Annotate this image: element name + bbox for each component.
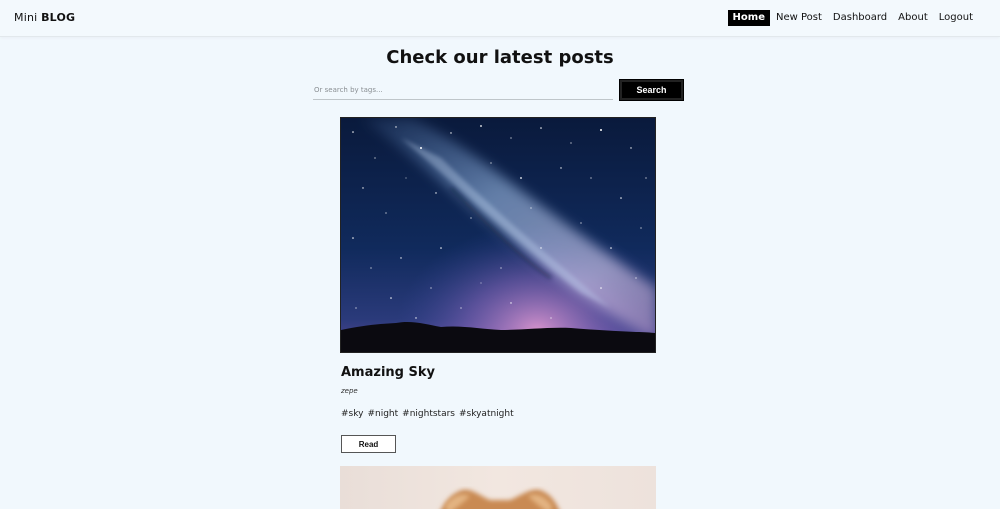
brand-light-text: Mini [14, 11, 38, 24]
navbar: Mini BLOG Home New Post Dashboard About … [0, 0, 1000, 37]
nav-home[interactable]: Home [727, 10, 770, 26]
page-title: Check our latest posts [386, 47, 614, 68]
tag-link[interactable]: #sky [341, 409, 363, 419]
tag-link[interactable]: #skyatnight [459, 409, 514, 419]
brand-bold-text: BLOG [41, 11, 76, 24]
post-image-cat [340, 466, 656, 509]
nav-new-post[interactable]: New Post [771, 10, 827, 26]
post-tags: #sky #night #nightstars #skyatnight [341, 409, 518, 419]
nav-links: Home New Post Dashboard About Logout [727, 10, 978, 26]
post-image-sky [340, 117, 656, 353]
post-author: zepe [341, 387, 358, 395]
tag-search-input[interactable] [313, 80, 613, 100]
tag-link[interactable]: #nightstars [402, 409, 455, 419]
read-button[interactable]: Read [341, 435, 396, 453]
tag-link[interactable]: #night [367, 409, 398, 419]
search-button[interactable]: Search [619, 79, 684, 101]
post-title[interactable]: Amazing Sky [341, 365, 435, 380]
nav-dashboard[interactable]: Dashboard [828, 10, 892, 26]
nav-about[interactable]: About [893, 10, 933, 26]
nav-logout[interactable]: Logout [934, 10, 978, 26]
brand-logo[interactable]: Mini BLOG [14, 11, 75, 24]
